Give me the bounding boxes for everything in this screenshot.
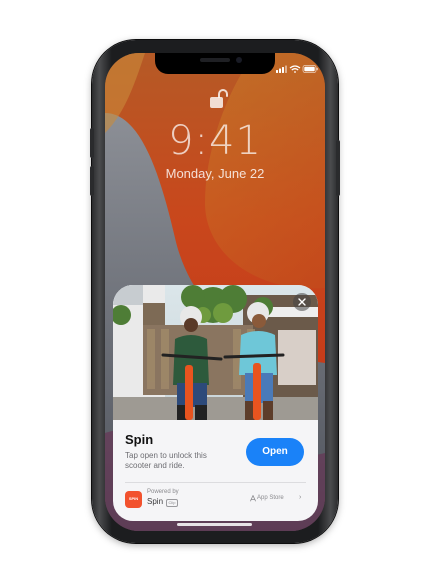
powered-by-label: Powered by bbox=[147, 489, 179, 495]
speaker bbox=[200, 58, 230, 62]
volume-up-button bbox=[90, 128, 94, 158]
app-clip-card[interactable]: Spin Tap open to unlock this scooter and… bbox=[113, 285, 318, 521]
app-store-icon bbox=[250, 495, 256, 502]
lock-screen-time: 9:41 bbox=[168, 118, 262, 164]
wifi-icon bbox=[289, 65, 301, 73]
spin-logo: SPIN bbox=[125, 491, 142, 508]
lock-open-icon bbox=[210, 89, 228, 108]
app-clip-hero-image bbox=[113, 285, 318, 420]
notch bbox=[155, 53, 275, 74]
close-button[interactable] bbox=[293, 293, 311, 311]
clip-badge: Clip bbox=[166, 499, 178, 507]
app-clip-title: Spin bbox=[125, 432, 154, 447]
app-store-link[interactable]: App Store bbox=[257, 495, 284, 501]
app-clip-description: Tap open to unlock this scooter and ride… bbox=[125, 451, 207, 470]
open-button[interactable]: Open bbox=[246, 438, 304, 466]
home-indicator[interactable] bbox=[177, 523, 252, 526]
battery-icon bbox=[302, 65, 318, 73]
close-icon bbox=[298, 298, 306, 306]
powered-by-name: Spin bbox=[147, 497, 164, 506]
chevron-right-icon: › bbox=[299, 494, 302, 501]
status-bar bbox=[276, 65, 318, 73]
front-camera bbox=[236, 57, 242, 63]
cellular-icon bbox=[276, 65, 287, 73]
volume-down-button bbox=[90, 166, 94, 196]
side-button bbox=[336, 140, 340, 196]
divider bbox=[125, 482, 306, 483]
lock-screen-date: Monday, June 22 bbox=[165, 166, 265, 181]
spin-logo-text: SPIN bbox=[128, 496, 139, 501]
